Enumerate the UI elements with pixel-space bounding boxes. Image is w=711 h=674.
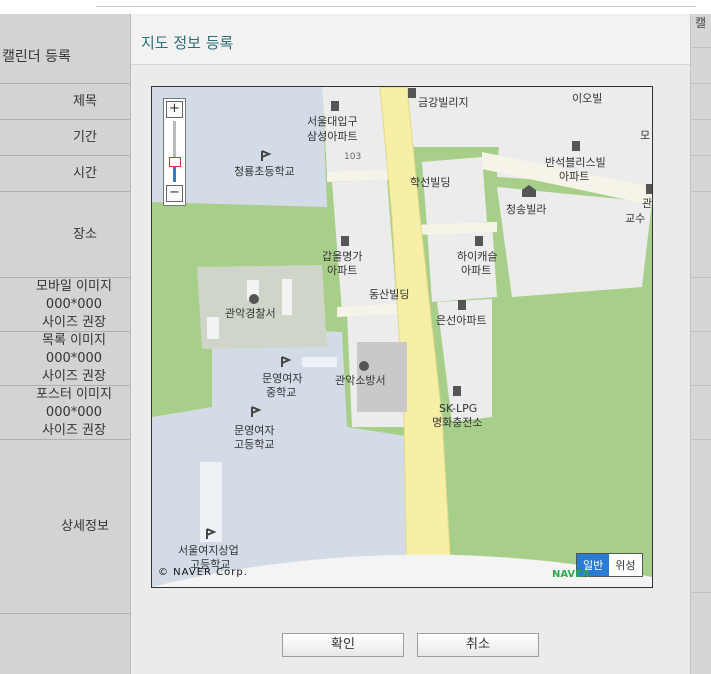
apartment-icon	[341, 236, 349, 246]
map-label: 문영여자	[234, 424, 274, 437]
divider	[691, 191, 711, 192]
form-label-column: 캘린더 등록 제목 기간 시간 장소 모바일 이미지 000*000 사이즈 권…	[0, 14, 131, 674]
map-label: 반석블리스빌	[545, 156, 606, 169]
map-label: 아파트	[327, 264, 357, 277]
map-label: 아파트	[461, 264, 491, 277]
map-label: 학선빌딩	[410, 176, 450, 189]
divider	[691, 277, 711, 278]
map-label: 이오빌	[572, 92, 602, 105]
map-label: 하이캐슬	[457, 249, 497, 263]
divider	[691, 592, 711, 593]
map-label: 고등학교	[234, 438, 274, 451]
cancel-button[interactable]: 취소	[417, 633, 539, 657]
divider	[691, 119, 711, 120]
map-label: 동산빌딩	[369, 288, 409, 301]
map-registration-dialog: 지도 정보 등록 금강빌리지 이오빌 모 서울대입구 삼성아파트 103 청룡초…	[131, 14, 690, 674]
row-label-title: 제목	[0, 83, 130, 120]
apartment-icon	[408, 88, 416, 98]
apartment-icon	[572, 141, 580, 151]
map-view[interactable]: 금강빌리지 이오빌 모 서울대입구 삼성아파트 103 청룡초등학교 학선빌딩 …	[151, 86, 653, 588]
map-type-satellite[interactable]: 위성	[609, 554, 642, 576]
naver-logo: NAVER	[552, 569, 590, 580]
map-label: 갑을명가	[322, 250, 362, 263]
building	[302, 357, 337, 367]
row-label-mobile-image: 모바일 이미지 000*000 사이즈 권장	[0, 277, 130, 332]
map-label: 청송빌라	[506, 203, 546, 216]
divider	[691, 385, 711, 386]
divider	[691, 439, 711, 440]
apartment-icon	[458, 300, 466, 310]
apartment-icon	[331, 101, 339, 111]
row-label-details: 상세정보	[0, 439, 130, 614]
divider	[691, 155, 711, 156]
map-label: 삼성아파트	[307, 130, 358, 143]
zoom-out-button[interactable]: −	[166, 185, 183, 202]
zoom-control: + −	[163, 98, 186, 206]
zoom-in-button[interactable]: +	[166, 101, 183, 118]
map-label: 서울여지상업	[178, 544, 239, 557]
row-label-list-image: 목록 이미지 000*000 사이즈 권장	[0, 331, 130, 386]
map-label: 관악경찰서	[225, 307, 276, 320]
map-copyright: © NAVER Corp.	[158, 567, 248, 578]
page-title: 캘린더 등록	[2, 49, 71, 65]
map-label: SK-LPG	[439, 402, 477, 415]
map-label: 문영여자	[262, 372, 302, 385]
map-label: 아파트	[559, 170, 589, 183]
address-bar[interactable]	[96, 0, 696, 7]
map-label: 서울대입구	[307, 115, 358, 128]
map-label: 은선아파트	[436, 314, 487, 327]
row-label-place: 장소	[0, 191, 130, 278]
right-edge-label: 캘	[695, 16, 707, 30]
map-canvas[interactable]: 금강빌리지 이오빌 모 서울대입구 삼성아파트 103 청룡초등학교 학선빌딩 …	[152, 87, 652, 587]
row-label-poster-image: 포스터 이미지 000*000 사이즈 권장	[0, 385, 130, 440]
divider	[691, 331, 711, 332]
row-label-period: 기간	[0, 119, 130, 156]
browser-top-bar	[0, 0, 711, 15]
divider	[691, 47, 711, 48]
fire-station-icon	[359, 361, 369, 371]
building	[207, 317, 219, 339]
map-label: 관악소방서	[335, 374, 386, 387]
dialog-title: 지도 정보 등록	[141, 34, 234, 52]
row-label-time: 시간	[0, 155, 130, 192]
divider	[691, 83, 711, 84]
confirm-button[interactable]: 확인	[282, 633, 404, 657]
map-label: 103	[344, 152, 361, 162]
map-label: 청룡초등학교	[234, 165, 295, 178]
building	[282, 279, 292, 315]
apartment-icon	[475, 236, 483, 246]
map-label: 관	[642, 197, 652, 210]
zoom-slider-handle[interactable]	[169, 157, 181, 167]
row-divider	[0, 613, 130, 674]
dialog-header: 지도 정보 등록	[131, 14, 690, 65]
gas-station-icon	[453, 386, 461, 396]
map-label: 금강빌리지	[418, 96, 469, 109]
block	[422, 157, 487, 227]
apartment-icon	[646, 184, 652, 194]
map-label: 모	[640, 129, 650, 142]
map-label: 교수	[625, 212, 645, 225]
police-icon	[249, 294, 259, 304]
map-label: 중학교	[266, 386, 296, 399]
background-right-edge: 캘	[690, 14, 711, 674]
map-label: 명화충전소	[432, 416, 483, 429]
